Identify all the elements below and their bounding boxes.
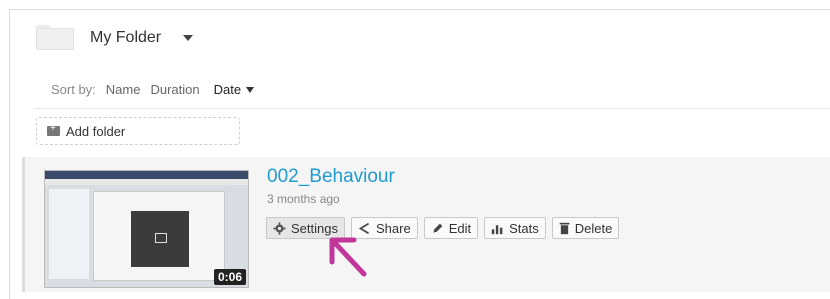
delete-button[interactable]: Delete: [551, 217, 620, 239]
divider: [34, 108, 830, 109]
trash-icon: [559, 222, 570, 234]
folder-icon: [36, 25, 74, 50]
folder-title: My Folder: [90, 28, 162, 46]
add-folder-button[interactable]: Add folder: [36, 117, 240, 145]
stats-button[interactable]: Stats: [484, 217, 546, 239]
add-folder-icon: [47, 123, 60, 136]
video-thumbnail[interactable]: 0:06: [44, 170, 249, 288]
sort-option-name[interactable]: Name: [106, 82, 141, 97]
share-button-label: Share: [375, 220, 411, 236]
delete-button-label: Delete: [574, 220, 613, 236]
gear-icon: [273, 221, 286, 235]
video-age: 3 months ago: [267, 192, 340, 206]
annotation-arrow-icon: [329, 237, 367, 277]
folder-dropdown-caret-icon[interactable]: [183, 34, 194, 41]
edit-button[interactable]: Edit: [423, 217, 479, 239]
sort-option-date[interactable]: Date: [213, 82, 255, 97]
video-actions: Settings Share Edit Stats Delete: [266, 217, 625, 239]
folder-header: My Folder: [36, 25, 194, 50]
sort-bar: Sort by: Name Duration Date: [51, 82, 255, 97]
sort-option-duration[interactable]: Duration: [150, 82, 199, 97]
edit-button-label: Edit: [448, 220, 472, 236]
stats-button-label: Stats: [509, 220, 539, 236]
add-folder-label: Add folder: [66, 123, 126, 139]
video-title-link[interactable]: 002_Behaviour: [267, 166, 395, 188]
sort-caret-icon: [246, 86, 255, 93]
pencil-icon: [433, 223, 443, 233]
bar-chart-icon: [491, 224, 503, 234]
sort-option-date-label: Date: [213, 82, 242, 97]
sort-label: Sort by:: [51, 82, 96, 97]
video-duration: 0:06: [213, 269, 246, 285]
